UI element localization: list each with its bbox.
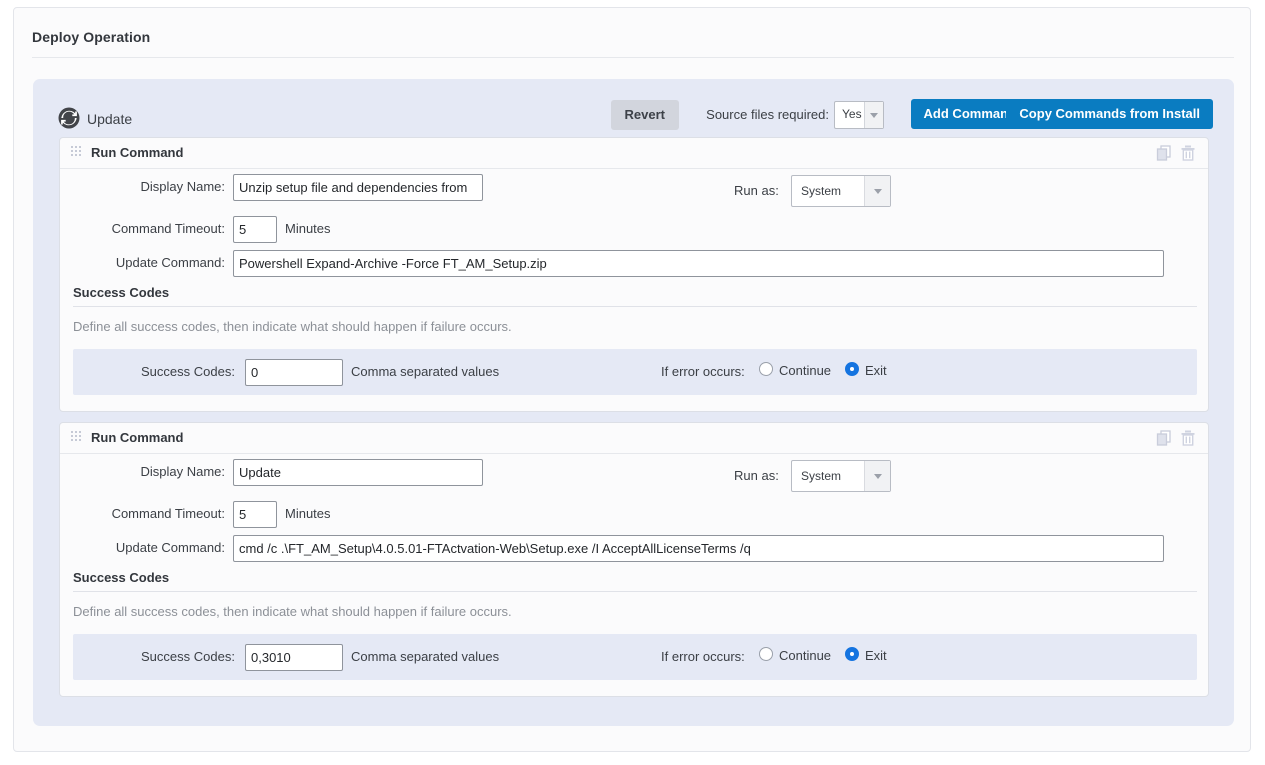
radio-exit[interactable] bbox=[845, 362, 859, 376]
copy-icon[interactable] bbox=[1155, 429, 1175, 447]
display-name-input[interactable] bbox=[233, 174, 483, 201]
chevron-down-icon bbox=[864, 102, 883, 128]
run-as-label: Run as: bbox=[734, 468, 779, 483]
trash-icon[interactable] bbox=[1179, 429, 1199, 447]
command-timeout-label: Command Timeout: bbox=[111, 506, 225, 521]
run-as-value: System bbox=[801, 184, 842, 198]
revert-button[interactable]: Revert bbox=[610, 100, 679, 130]
comma-separated-hint: Comma separated values bbox=[351, 649, 500, 664]
command-timeout-input[interactable] bbox=[233, 501, 277, 528]
drag-handle-icon[interactable] bbox=[71, 431, 82, 444]
success-codes-label: Success Codes: bbox=[141, 649, 235, 664]
update-command-label: Update Command: bbox=[115, 255, 225, 270]
update-command-input[interactable] bbox=[233, 250, 1164, 277]
update-sync-icon bbox=[58, 107, 80, 129]
success-codes-divider bbox=[73, 306, 1197, 307]
radio-continue[interactable] bbox=[759, 362, 773, 376]
command-card-actions bbox=[1155, 429, 1199, 447]
timeout-unit-label: Minutes bbox=[285, 506, 331, 521]
command-timeout-input[interactable] bbox=[233, 216, 277, 243]
copy-icon[interactable] bbox=[1155, 144, 1175, 162]
command-card-actions bbox=[1155, 144, 1199, 162]
command-card-title: Run Command bbox=[91, 145, 184, 160]
chevron-down-icon bbox=[864, 461, 890, 491]
drag-handle-icon[interactable] bbox=[71, 146, 82, 159]
update-command-label: Update Command: bbox=[115, 540, 225, 555]
success-codes-bar: Success Codes: Comma separated values If… bbox=[73, 349, 1197, 395]
radio-exit[interactable] bbox=[845, 647, 859, 661]
radio-continue[interactable] bbox=[759, 647, 773, 661]
success-codes-input[interactable] bbox=[245, 359, 343, 386]
radio-continue-label: Continue bbox=[779, 363, 832, 378]
source-files-required-select[interactable]: Yes bbox=[834, 101, 884, 129]
success-codes-divider bbox=[73, 591, 1197, 592]
copy-commands-from-install-button[interactable]: Copy Commands from Install bbox=[1006, 99, 1213, 129]
source-files-required-value: Yes bbox=[842, 107, 862, 121]
comma-separated-hint: Comma separated values bbox=[351, 364, 500, 379]
run-as-value: System bbox=[801, 469, 842, 483]
success-codes-title: Success Codes bbox=[73, 570, 170, 585]
operation-panel: Update Revert Source files required: Yes… bbox=[33, 79, 1234, 726]
command-card-title: Run Command bbox=[91, 430, 184, 445]
source-files-required-label: Source files required: bbox=[706, 107, 829, 122]
run-as-label: Run as: bbox=[734, 183, 779, 198]
success-codes-bar: Success Codes: Comma separated values If… bbox=[73, 634, 1197, 680]
command-card: Run Command bbox=[59, 422, 1209, 697]
if-error-occurs-label: If error occurs: bbox=[661, 649, 745, 664]
success-codes-input[interactable] bbox=[245, 644, 343, 671]
radio-continue-label: Continue bbox=[779, 648, 832, 663]
deploy-operation-panel: Deploy Operation Update Revert Source fi… bbox=[13, 7, 1251, 752]
add-command-label: Add Command bbox=[923, 106, 1016, 121]
success-codes-title: Success Codes bbox=[73, 285, 170, 300]
run-as-select[interactable]: System bbox=[791, 175, 891, 207]
timeout-unit-label: Minutes bbox=[285, 221, 331, 236]
update-command-input[interactable] bbox=[233, 535, 1164, 562]
trash-icon[interactable] bbox=[1179, 144, 1199, 162]
command-card-header: Run Command bbox=[60, 423, 1208, 454]
radio-exit-label: Exit bbox=[865, 363, 887, 378]
page-title: Deploy Operation bbox=[32, 29, 151, 45]
success-codes-label: Success Codes: bbox=[141, 364, 235, 379]
if-error-occurs-label: If error occurs: bbox=[661, 364, 745, 379]
title-divider bbox=[32, 57, 1234, 58]
display-name-label: Display Name: bbox=[140, 464, 225, 479]
success-codes-description: Define all success codes, then indicate … bbox=[73, 604, 512, 619]
operation-header: Update Revert Source files required: Yes… bbox=[33, 79, 1234, 132]
display-name-input[interactable] bbox=[233, 459, 483, 486]
run-as-select[interactable]: System bbox=[791, 460, 891, 492]
command-card-header: Run Command bbox=[60, 138, 1208, 169]
radio-exit-label: Exit bbox=[865, 648, 887, 663]
command-timeout-label: Command Timeout: bbox=[111, 221, 225, 236]
operation-name: Update bbox=[87, 111, 133, 127]
command-card: Run Command bbox=[59, 137, 1209, 412]
success-codes-description: Define all success codes, then indicate … bbox=[73, 319, 512, 334]
display-name-label: Display Name: bbox=[140, 179, 225, 194]
chevron-down-icon bbox=[864, 176, 890, 206]
